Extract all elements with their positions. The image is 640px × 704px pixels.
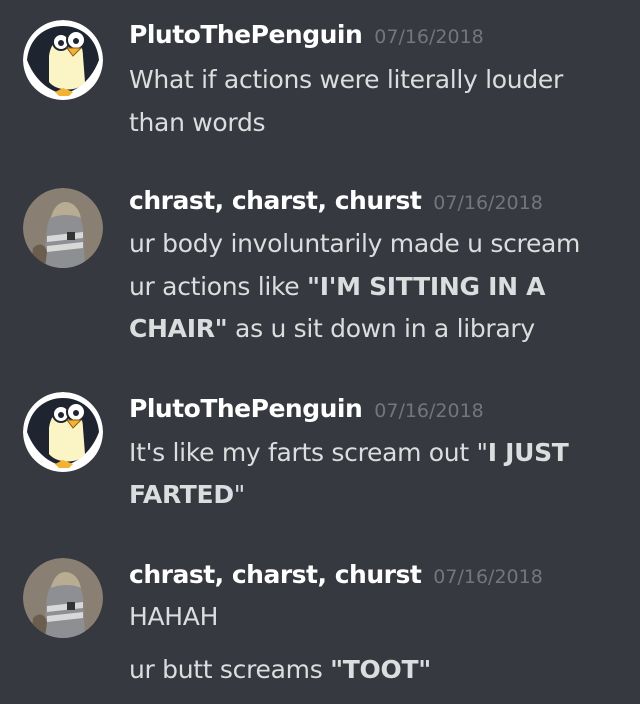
message-text: ur actions like (129, 272, 308, 301)
penguin-avatar-icon[interactable] (23, 20, 103, 100)
username[interactable]: chrast, charst, churst (129, 560, 422, 589)
bold-text: I JUST (487, 438, 569, 467)
username[interactable]: PlutoThePenguin (129, 20, 363, 49)
message-header: PlutoThePenguin 07/16/2018 (129, 20, 484, 60)
timestamp: 07/16/2018 (433, 192, 543, 214)
chat-message: chrast, charst, churst 07/16/2018 HAHAH u… (0, 558, 640, 700)
penguin-avatar-icon[interactable] (23, 392, 103, 472)
message-line: than words (129, 108, 266, 137)
message-line: It's like my farts scream out "I JUST (129, 438, 569, 468)
message-line: FARTED" (129, 480, 245, 510)
message-header: chrast, charst, churst 07/16/2018 (129, 560, 543, 600)
chat-message: chrast, charst, churst 07/16/2018 ur body… (0, 186, 640, 356)
timestamp: 07/16/2018 (374, 26, 484, 48)
bold-text: "TOOT" (330, 655, 431, 684)
message-line: What if actions were literally louder (129, 65, 563, 94)
username[interactable]: PlutoThePenguin (129, 394, 363, 423)
message-line: HAHAH (129, 602, 219, 631)
timestamp: 07/16/2018 (433, 566, 543, 588)
message-text: ur butt screams (129, 655, 331, 684)
message-header: PlutoThePenguin 07/16/2018 (129, 394, 484, 434)
bold-text: "I'M SITTING IN A (307, 272, 546, 301)
message-line: CHAIR" as u sit down in a library (129, 314, 535, 344)
bold-text: CHAIR" (129, 314, 228, 343)
message-header: chrast, charst, churst 07/16/2018 (129, 186, 543, 226)
message-text: It's like my farts scream out " (129, 438, 488, 467)
hooded-figure-avatar-icon[interactable] (23, 558, 103, 638)
chat-message: PlutoThePenguin 07/16/2018 It's like my f… (0, 392, 640, 524)
chat-message: PlutoThePenguin 07/16/2018 What if action… (0, 20, 640, 150)
message-text: as u sit down in a library (227, 314, 535, 343)
message-line: ur butt screams "TOOT" (129, 655, 431, 685)
bold-text: FARTED (129, 480, 234, 509)
timestamp: 07/16/2018 (374, 400, 484, 422)
username[interactable]: chrast, charst, churst (129, 186, 422, 215)
hooded-figure-avatar-icon[interactable] (23, 188, 103, 268)
message-line: ur actions like "I'M SITTING IN A (129, 272, 546, 302)
chat-message-list: PlutoThePenguin 07/16/2018 What if action… (0, 0, 640, 704)
message-text: " (233, 480, 246, 509)
message-line: ur body involuntarily made u scream (129, 229, 581, 258)
